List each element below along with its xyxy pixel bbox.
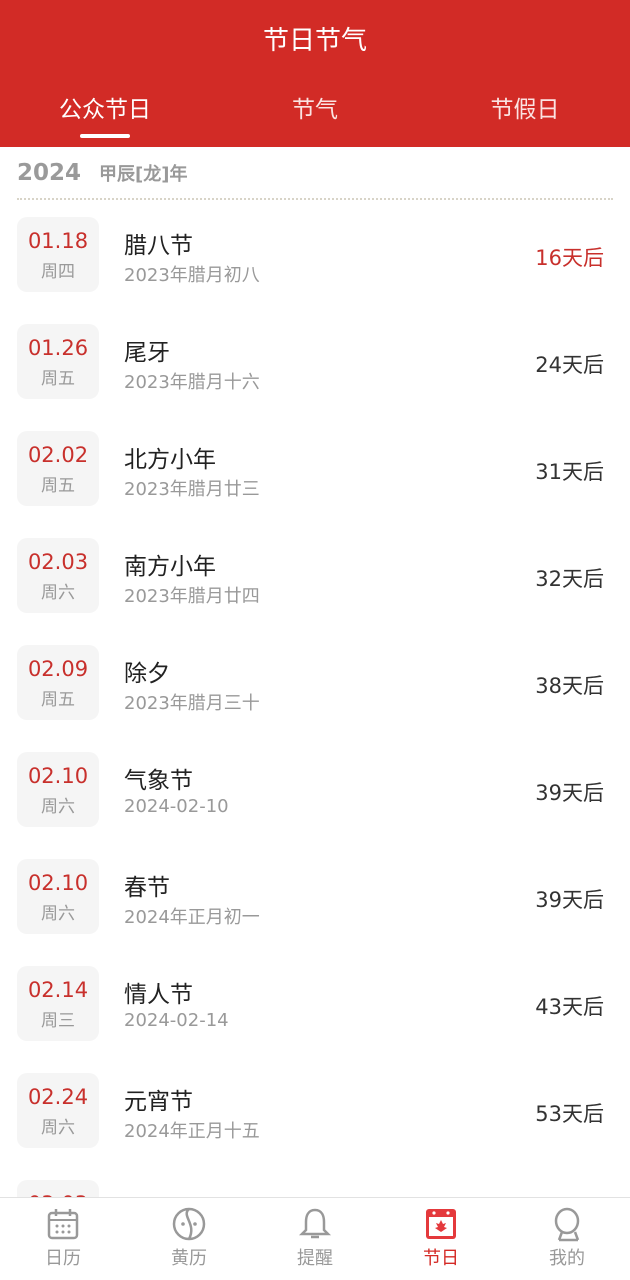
days-until: 53天后 [535,1102,604,1126]
days-until: 32天后 [535,567,604,591]
tab-public-holidays[interactable]: 公众节日 [0,90,210,147]
date: 02.24 [27,1085,89,1109]
festival-name: 春节 [124,875,170,901]
date: 02.10 [27,871,89,895]
calendar-icon [47,1209,79,1240]
date: 02.14 [27,978,89,1002]
list-item[interactable]: 02.02 周五 北方小年 2023年腊月廿三 31天后 [0,431,630,538]
weekday: 周五 [41,690,75,710]
holiday-calendar-icon [426,1209,456,1239]
festival-date-detail: 2023年腊月三十 [124,693,260,714]
weekday: 周四 [41,262,75,282]
year-header: 2024 甲辰[龙]年 [17,160,187,186]
nav-item-yin-yang[interactable]: 黄历 [126,1198,252,1280]
list-item[interactable]: 02.03 周六 南方小年 2023年腊月廿四 32天后 [0,538,630,645]
festival-date-detail: 2024-02-10 [124,796,229,817]
days-until: 39天后 [535,888,604,912]
nav-item-holiday-calendar[interactable]: 节日 [378,1198,504,1280]
profile-icon [554,1207,580,1242]
days-until: 39天后 [535,781,604,805]
date: 01.26 [27,336,89,360]
festival-name: 元宵节 [124,1089,193,1115]
date: 02.10 [27,764,89,788]
days-until: 16天后 [535,246,604,270]
bottom-nav: 日历 黄历 提醒 节日 我的 [0,1197,630,1280]
nav-label: 日历 [45,1248,81,1269]
weekday: 周三 [41,1011,75,1031]
nav-label: 我的 [549,1248,585,1269]
list-item[interactable]: 03.03 爱耳日 [0,1180,630,1197]
tab-bar: 公众节日 节气 节假日 [0,90,630,147]
days-until: 43天后 [535,995,604,1019]
weekday: 周五 [41,369,75,389]
festival-date-detail: 2023年腊月初八 [124,265,260,286]
date-box: 02.14 周三 [17,966,99,1041]
list-item[interactable]: 01.18 周四 腊八节 2023年腊月初八 16天后 [0,217,630,324]
festival-name: 情人节 [124,982,193,1008]
date-box: 01.26 周五 [17,324,99,399]
festival-name: 尾牙 [124,340,170,366]
festival-date-detail: 2024年正月初一 [124,907,260,928]
nav-item-profile[interactable]: 我的 [504,1198,630,1280]
list-item[interactable]: 02.10 周六 气象节 2024-02-10 39天后 [0,752,630,859]
weekday: 周五 [41,476,75,496]
festival-date-detail: 2023年腊月十六 [124,372,260,393]
date-box: 02.24 周六 [17,1073,99,1148]
list-item[interactable]: 02.14 周三 情人节 2024-02-14 43天后 [0,966,630,1073]
days-until: 31天后 [535,460,604,484]
date-box: 02.10 周六 [17,752,99,827]
date-box: 02.02 周五 [17,431,99,506]
weekday: 周六 [41,797,75,817]
nav-label: 提醒 [297,1248,333,1269]
list-item[interactable]: 01.26 周五 尾牙 2023年腊月十六 24天后 [0,324,630,431]
divider [17,198,613,200]
date-box: 02.09 周五 [17,645,99,720]
festival-name: 南方小年 [124,554,216,580]
header: 节日节气 公众节日 节气 节假日 [0,0,630,147]
date: 02.09 [27,657,89,681]
date: 02.02 [27,443,89,467]
weekday: 周六 [41,583,75,603]
nav-label: 黄历 [171,1248,207,1269]
nav-item-bell[interactable]: 提醒 [252,1198,378,1280]
year-number: 2024 [17,160,82,186]
nav-label: 节日 [423,1248,459,1269]
festival-date-detail: 2023年腊月廿三 [124,479,260,500]
weekday: 周六 [41,904,75,924]
date: 01.18 [27,229,89,253]
festival-date-detail: 2024年正月十五 [124,1121,260,1142]
bell-icon [298,1208,332,1239]
festival-name: 除夕 [124,661,170,687]
nav-item-calendar[interactable]: 日历 [0,1198,126,1280]
tab-official-holidays[interactable]: 节假日 [420,90,630,147]
date-box: 03.03 [17,1180,99,1197]
days-until: 38天后 [535,674,604,698]
date-box: 02.03 周六 [17,538,99,613]
festival-name: 腊八节 [124,233,193,259]
list-item[interactable]: 02.10 周六 春节 2024年正月初一 39天后 [0,859,630,966]
festival-name: 气象节 [124,768,193,794]
page-title: 节日节气 [262,26,367,56]
days-until: 24天后 [535,353,604,377]
date-box: 02.10 周六 [17,859,99,934]
list-item[interactable]: 02.09 周五 除夕 2023年腊月三十 38天后 [0,645,630,752]
list-item[interactable]: 02.24 周六 元宵节 2024年正月十五 53天后 [0,1073,630,1180]
yin-yang-icon [172,1207,206,1241]
festival-date-detail: 2023年腊月廿四 [124,586,260,607]
weekday: 周六 [41,1118,75,1138]
date-box: 01.18 周四 [17,217,99,292]
year-ganzhi: 甲辰[龙]年 [99,164,188,185]
festival-name: 北方小年 [124,447,216,473]
tab-solar-terms[interactable]: 节气 [210,90,420,147]
festival-list[interactable]: 01.18 周四 腊八节 2023年腊月初八 16天后 01.26 周五 尾牙 … [0,217,630,1197]
date: 02.03 [27,550,89,574]
festival-date-detail: 2024-02-14 [124,1010,229,1031]
festival-name: 爱耳日 [124,1189,193,1197]
